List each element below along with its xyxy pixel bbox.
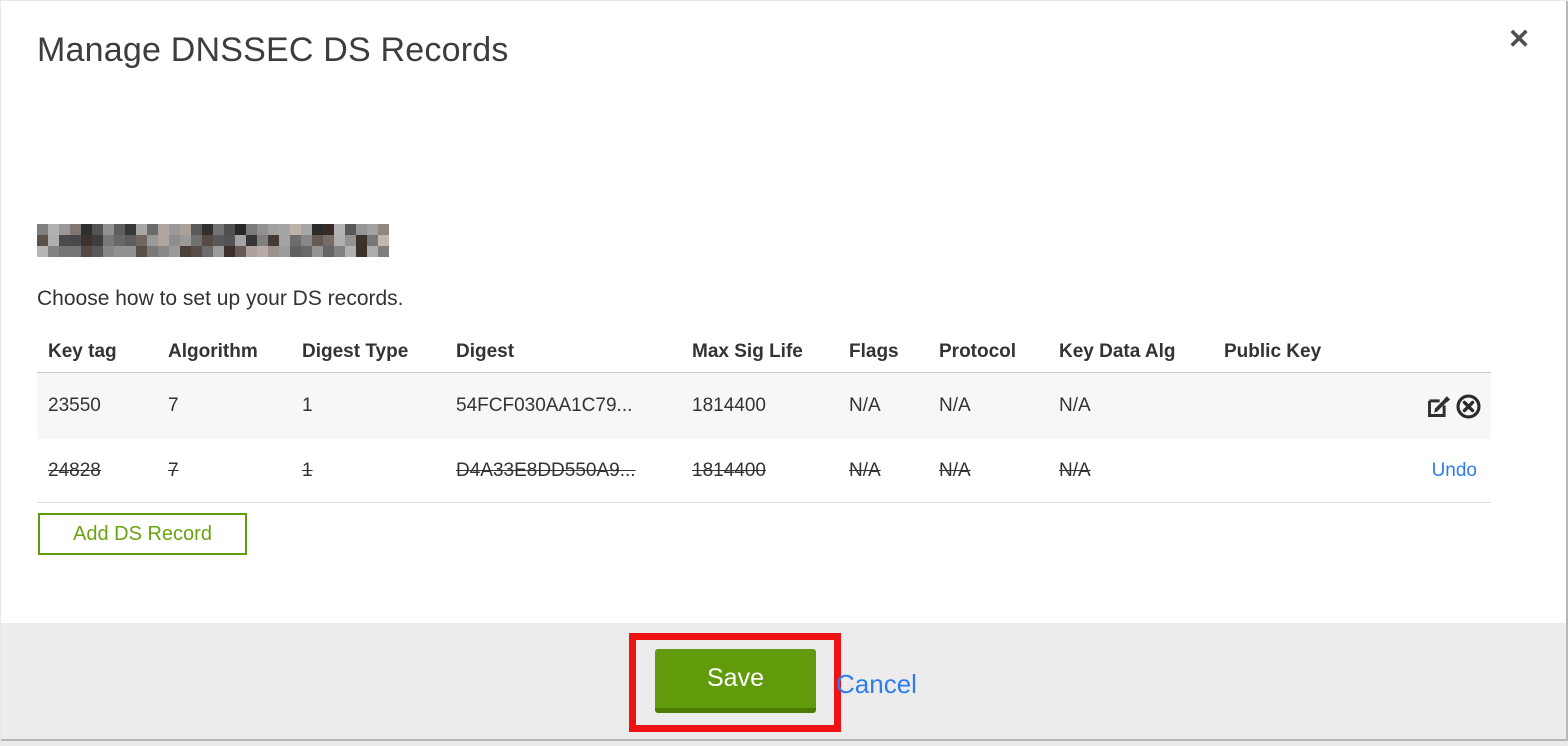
column-header-max-sig-life: Max Sig Life [692, 340, 803, 362]
table-header-row: Key tag Algorithm Digest Type Digest Max… [37, 331, 1491, 373]
cell-algorithm: 7 [168, 395, 179, 416]
cell-flags: N/A [849, 459, 881, 481]
column-header-algorithm: Algorithm [168, 340, 258, 362]
undo-link[interactable]: Undo [1432, 460, 1482, 482]
intro-text: Choose how to set up your DS records. [37, 287, 404, 310]
cell-digest: D4A33E8DD550A9... [456, 459, 636, 481]
cancel-link[interactable]: Cancel [836, 669, 917, 700]
cell-key-tag: 23550 [48, 395, 101, 416]
column-header-public-key: Public Key [1224, 340, 1322, 362]
table-row-deleted: 24828 7 1 D4A33E8DD550A9... 1814400 N/A … [37, 439, 1491, 503]
edit-icon [1425, 393, 1452, 420]
column-header-key-tag: Key tag [48, 340, 117, 362]
table-row: 23550 7 1 54FCF030AA1C79... 1814400 N/A … [37, 373, 1491, 439]
cell-flags: N/A [849, 395, 881, 416]
add-ds-record-button[interactable]: Add DS Record [38, 513, 247, 555]
column-header-digest: Digest [456, 340, 515, 362]
cell-key-data-alg: N/A [1059, 459, 1091, 481]
cell-digest: 54FCF030AA1C79... [456, 395, 633, 416]
cell-protocol: N/A [939, 395, 971, 416]
delete-circle-x-icon [1455, 393, 1482, 420]
delete-record-button[interactable] [1454, 392, 1482, 420]
cell-digest-type: 1 [302, 459, 313, 481]
redacted-domain [37, 224, 389, 257]
cell-key-data-alg: N/A [1059, 395, 1091, 416]
edit-record-button[interactable] [1424, 392, 1452, 420]
close-icon[interactable]: ✕ [1499, 19, 1539, 59]
cell-key-tag: 24828 [48, 459, 101, 481]
cell-digest-type: 1 [302, 395, 313, 416]
column-header-digest-type: Digest Type [302, 340, 409, 362]
column-header-key-data-alg: Key Data Alg [1059, 340, 1176, 362]
modal-footer: Save Cancel [1, 623, 1566, 739]
save-button[interactable]: Save [655, 649, 816, 713]
page-title: Manage DNSSEC DS Records [37, 31, 509, 69]
cell-max-sig-life: 1814400 [692, 459, 766, 481]
manage-dnssec-modal: Manage DNSSEC DS Records ✕ Choose how to… [0, 0, 1568, 746]
cell-max-sig-life: 1814400 [692, 395, 766, 416]
column-header-protocol: Protocol [939, 340, 1017, 362]
cell-algorithm: 7 [168, 459, 179, 481]
ds-records-table: Key tag Algorithm Digest Type Digest Max… [37, 331, 1491, 503]
window-bottom-gap [1, 741, 1568, 746]
column-header-flags: Flags [849, 340, 899, 362]
cell-protocol: N/A [939, 459, 971, 481]
